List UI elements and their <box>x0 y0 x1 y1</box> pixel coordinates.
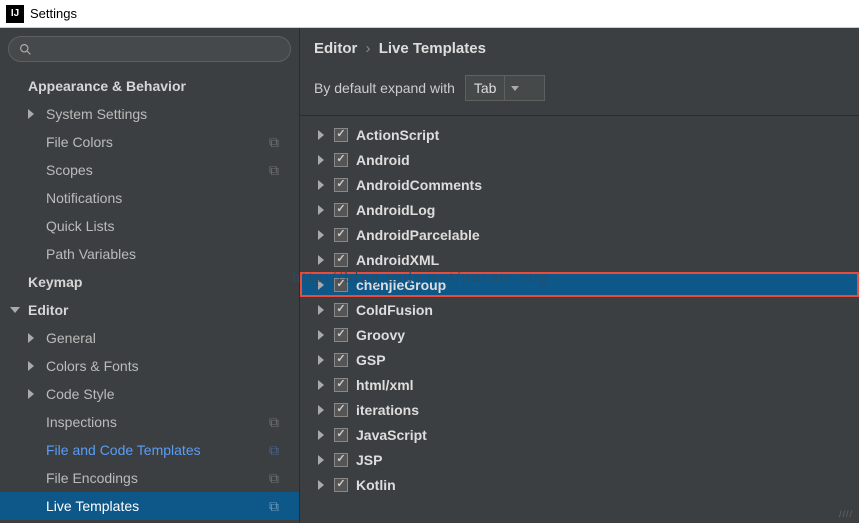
sidebar-item-general[interactable]: General <box>0 324 299 352</box>
chevron-right-icon <box>28 361 34 371</box>
settings-content: Editor › Live Templates By default expan… <box>300 28 859 523</box>
sidebar-item-scopes[interactable]: Scopes⧉ <box>0 156 299 184</box>
chevron-right-icon <box>318 455 324 465</box>
checkbox-checked-icon[interactable] <box>334 378 348 392</box>
chevron-right-icon <box>318 355 324 365</box>
chevron-right-icon <box>318 180 324 190</box>
window-titlebar: IJ Settings <box>0 0 859 28</box>
sidebar-item-path-variables[interactable]: Path Variables <box>0 240 299 268</box>
copy-icon: ⧉ <box>269 442 279 459</box>
sidebar-item-file-colors[interactable]: File Colors⧉ <box>0 128 299 156</box>
template-group-gsp[interactable]: GSP <box>300 347 859 372</box>
template-group-htmlxml[interactable]: html/xml <box>300 372 859 397</box>
expand-select[interactable]: Tab <box>465 75 545 101</box>
window-title: Settings <box>30 6 77 21</box>
template-group-androidlog[interactable]: AndroidLog <box>300 197 859 222</box>
copy-icon: ⧉ <box>269 498 279 515</box>
checkbox-checked-icon[interactable] <box>334 278 348 292</box>
chevron-right-icon <box>318 405 324 415</box>
checkbox-checked-icon[interactable] <box>334 153 348 167</box>
chevron-right-icon <box>318 430 324 440</box>
template-group-androidxml[interactable]: AndroidXML <box>300 247 859 272</box>
checkbox-checked-icon[interactable] <box>334 328 348 342</box>
expand-with-row: By default expand with Tab <box>300 69 859 116</box>
copy-icon: ⧉ <box>269 134 279 151</box>
checkbox-checked-icon[interactable] <box>334 178 348 192</box>
chevron-right-icon <box>318 280 324 290</box>
chevron-right-icon <box>28 389 34 399</box>
breadcrumb-editor[interactable]: Editor <box>314 40 357 57</box>
template-group-androidcomments[interactable]: AndroidComments <box>300 172 859 197</box>
copy-icon: ⧉ <box>269 414 279 431</box>
search-input[interactable] <box>8 36 291 62</box>
template-group-android[interactable]: Android <box>300 147 859 172</box>
breadcrumb: Editor › Live Templates <box>300 28 859 69</box>
search-icon <box>19 43 32 56</box>
checkbox-checked-icon[interactable] <box>334 428 348 442</box>
template-group-jsp[interactable]: JSP <box>300 447 859 472</box>
template-group-groovy[interactable]: Groovy <box>300 322 859 347</box>
main-layout: Appearance & Behavior System Settings Fi… <box>0 28 859 523</box>
sidebar-item-inspections[interactable]: Inspections⧉ <box>0 408 299 436</box>
checkbox-checked-icon[interactable] <box>334 128 348 142</box>
chevron-right-icon <box>318 155 324 165</box>
search-container <box>0 28 299 72</box>
checkbox-checked-icon[interactable] <box>334 478 348 492</box>
template-group-chenjiegroup[interactable]: chenjieGroup <box>300 272 859 297</box>
expand-label: By default expand with <box>314 80 455 96</box>
settings-sidebar: Appearance & Behavior System Settings Fi… <box>0 28 300 523</box>
copy-icon: ⧉ <box>269 470 279 487</box>
app-icon: IJ <box>6 5 24 23</box>
sidebar-item-live-templates[interactable]: Live Templates⧉ <box>0 492 299 520</box>
copy-icon: ⧉ <box>269 162 279 179</box>
sidebar-item-appearance[interactable]: Appearance & Behavior <box>0 72 299 100</box>
sidebar-item-file-encodings[interactable]: File Encodings⧉ <box>0 464 299 492</box>
checkbox-checked-icon[interactable] <box>334 253 348 267</box>
chevron-right-icon <box>318 255 324 265</box>
checkbox-checked-icon[interactable] <box>334 453 348 467</box>
checkbox-checked-icon[interactable] <box>334 353 348 367</box>
chevron-right-icon <box>318 205 324 215</box>
settings-tree: Appearance & Behavior System Settings Fi… <box>0 72 299 523</box>
sidebar-item-file-code-templates[interactable]: File and Code Templates⧉ <box>0 436 299 464</box>
breadcrumb-separator: › <box>366 40 371 57</box>
checkbox-checked-icon[interactable] <box>334 303 348 317</box>
chevron-right-icon <box>318 380 324 390</box>
template-group-javascript[interactable]: JavaScript <box>300 422 859 447</box>
breadcrumb-live-templates: Live Templates <box>379 40 486 57</box>
sidebar-item-system-settings[interactable]: System Settings <box>0 100 299 128</box>
chevron-right-icon <box>318 230 324 240</box>
chevron-right-icon <box>28 109 34 119</box>
checkbox-checked-icon[interactable] <box>334 203 348 217</box>
chevron-right-icon <box>318 330 324 340</box>
template-group-iterations[interactable]: iterations <box>300 397 859 422</box>
sidebar-item-quick-lists[interactable]: Quick Lists <box>0 212 299 240</box>
chevron-right-icon <box>28 333 34 343</box>
chevron-down-icon <box>10 307 20 313</box>
chevron-right-icon <box>318 130 324 140</box>
resize-grip-icon[interactable]: //// <box>839 509 853 519</box>
checkbox-checked-icon[interactable] <box>334 228 348 242</box>
sidebar-item-notifications[interactable]: Notifications <box>0 184 299 212</box>
sidebar-item-colors-fonts[interactable]: Colors & Fonts <box>0 352 299 380</box>
template-group-androidparcelable[interactable]: AndroidParcelable <box>300 222 859 247</box>
chevron-right-icon <box>318 480 324 490</box>
template-group-kotlin[interactable]: Kotlin <box>300 472 859 497</box>
sidebar-item-code-style[interactable]: Code Style <box>0 380 299 408</box>
template-group-actionscript[interactable]: ActionScript <box>300 122 859 147</box>
sidebar-item-keymap[interactable]: Keymap <box>0 268 299 296</box>
chevron-right-icon <box>318 305 324 315</box>
chevron-down-icon <box>504 75 524 101</box>
template-groups-list: ActionScript Android AndroidComments And… <box>300 116 859 523</box>
expand-value: Tab <box>474 80 497 96</box>
template-group-coldfusion[interactable]: ColdFusion <box>300 297 859 322</box>
checkbox-checked-icon[interactable] <box>334 403 348 417</box>
sidebar-item-editor[interactable]: Editor <box>0 296 299 324</box>
